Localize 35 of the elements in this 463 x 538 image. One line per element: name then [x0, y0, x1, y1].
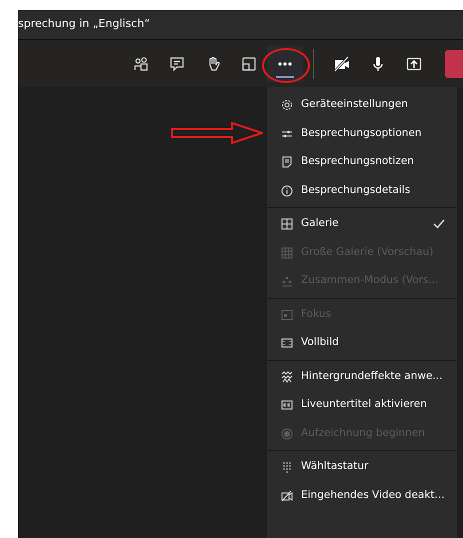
menu-item[interactable]: Geräteeinstellungen [267, 91, 457, 120]
more-button[interactable] [267, 46, 303, 82]
menu-item[interactable]: Hintergrundeffekte anwe... [267, 362, 457, 391]
sliders-icon [281, 128, 293, 140]
people-icon [133, 56, 149, 72]
record-icon [281, 428, 293, 440]
people-icon [281, 275, 293, 288]
menu-item[interactable]: Vollbild [267, 329, 457, 358]
menu-item[interactable]: Wähltastatur [267, 453, 457, 482]
more-icon [278, 62, 292, 66]
notes-icon [281, 156, 293, 168]
highlight-ellipse [262, 48, 310, 83]
chat-icon [169, 56, 185, 72]
captions-icon [281, 399, 293, 412]
share-icon [406, 56, 422, 72]
menu-item[interactable]: Besprechungsdetails [267, 176, 457, 205]
tray-icon [241, 56, 257, 72]
grid-icon [281, 246, 293, 259]
focus-icon [281, 308, 293, 321]
menu-item[interactable]: Besprechungsnotizen [267, 148, 457, 176]
menu-item[interactable]: Galerie [267, 210, 457, 238]
background-effects-icon [281, 370, 293, 383]
gear-icon [281, 99, 293, 112]
dialpad-icon [281, 461, 293, 474]
fullscreen-icon [281, 337, 293, 350]
video-off-icon [281, 490, 293, 502]
menu-item[interactable]: Liveuntertitel aktivieren [267, 391, 457, 420]
info-icon [281, 184, 293, 197]
window-title: sprechung in „Englisch“ [18, 16, 150, 32]
hang-up-button[interactable] [445, 50, 463, 78]
menu-item[interactable]: Besprechungsoptionen [267, 120, 457, 148]
camera-off-icon [334, 56, 350, 72]
menu-item[interactable]: Eingehendes Video deakt... [267, 482, 457, 510]
grid-icon [281, 218, 293, 230]
active-underline [276, 76, 294, 78]
